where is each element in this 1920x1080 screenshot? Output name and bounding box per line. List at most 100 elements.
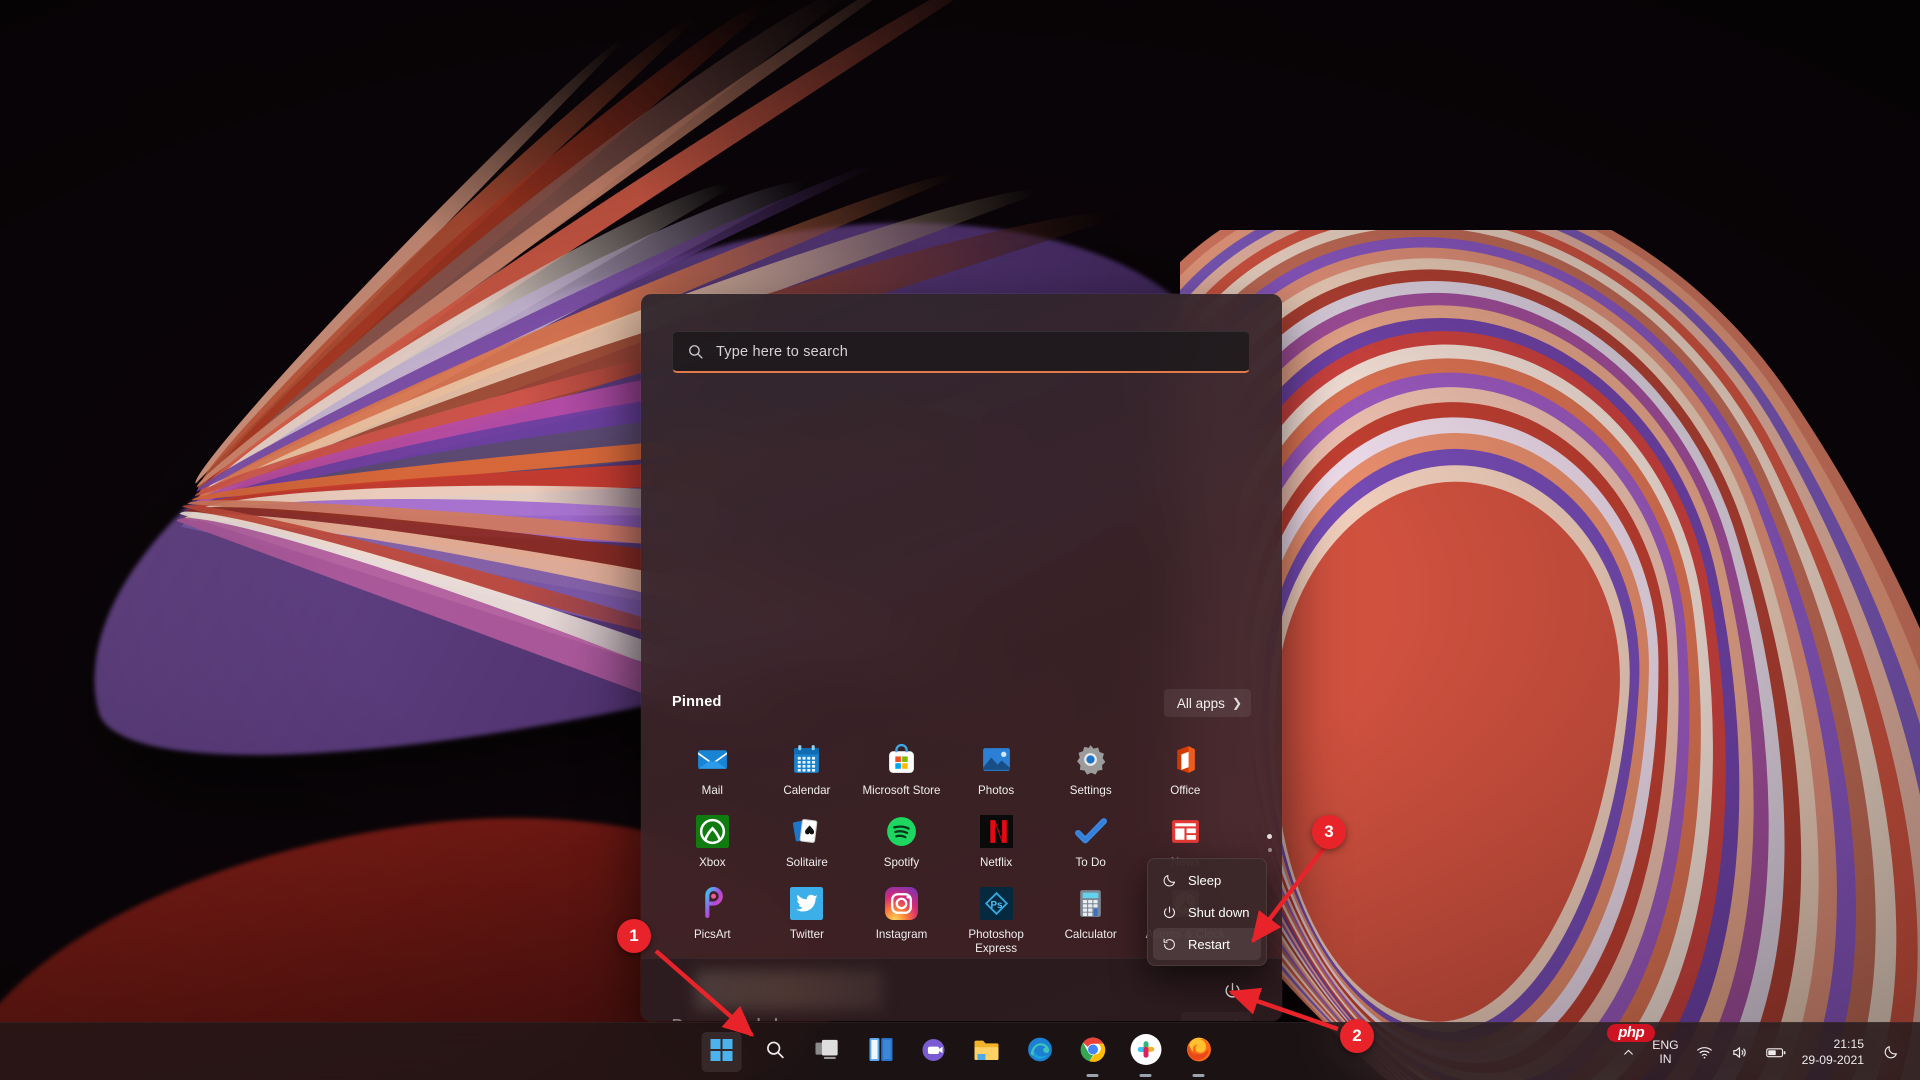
- start-button[interactable]: [701, 1032, 742, 1072]
- battery-button[interactable]: [1757, 1032, 1796, 1072]
- firefox-icon: [1186, 1037, 1211, 1067]
- pinned-app-mail[interactable]: Mail: [665, 732, 760, 804]
- chrome-button[interactable]: [1073, 1032, 1113, 1077]
- task-view-icon: [815, 1039, 840, 1066]
- pinned-app-photoshop-express[interactable]: Ps Photoshop Express: [949, 876, 1044, 962]
- power-icon: [1225, 982, 1239, 998]
- pinned-app-solitaire[interactable]: Solitaire: [760, 804, 855, 876]
- pinned-app-label: Xbox: [699, 856, 726, 869]
- photos-icon: [980, 743, 1013, 776]
- pinned-app-to-do[interactable]: To Do: [1043, 804, 1138, 876]
- pinned-app-calculator[interactable]: Calculator: [1043, 876, 1138, 962]
- netflix-icon: [979, 815, 1013, 848]
- page-dot-2[interactable]: [1267, 848, 1272, 852]
- pinned-app-label: Mail: [701, 784, 723, 797]
- pinned-app-label: To Do: [1075, 856, 1106, 869]
- power-menu-item-label: Shut down: [1188, 904, 1250, 920]
- pinned-app-office[interactable]: Office: [1138, 732, 1233, 804]
- file-explorer-icon: [974, 1039, 1000, 1066]
- widgets-icon: [869, 1038, 892, 1066]
- pinned-row: Mail Calendar Microsoft Store Photos Setting…: [665, 732, 1233, 804]
- search-button[interactable]: [755, 1032, 795, 1072]
- task-view-button[interactable]: [808, 1032, 848, 1072]
- pinned-app-netflix[interactable]: Netflix: [949, 804, 1044, 876]
- power-menu-item-label: Sleep: [1188, 872, 1222, 888]
- pinned-app-xbox[interactable]: Xbox: [665, 804, 760, 876]
- pinned-app-label: Instagram: [875, 928, 928, 941]
- language-indicator[interactable]: ENG IN: [1644, 1038, 1686, 1066]
- firefox-button[interactable]: [1179, 1032, 1219, 1077]
- pinned-app-label: Settings: [1069, 784, 1112, 797]
- search-input[interactable]: Type here to search: [672, 331, 1250, 373]
- annotation-marker-2: 2: [1340, 1019, 1374, 1053]
- microsoft-store-icon: [885, 743, 918, 776]
- to-do-check-icon: [1074, 815, 1108, 848]
- pinned-app-photos[interactable]: Photos: [949, 732, 1044, 804]
- file-explorer-button[interactable]: [967, 1032, 1007, 1072]
- news-icon: [1169, 815, 1202, 848]
- pinned-app-picsart[interactable]: PicsArt: [665, 876, 760, 962]
- volume-button[interactable]: [1722, 1032, 1757, 1072]
- annotation-marker-3: 3: [1312, 815, 1346, 849]
- clock-date: 29-09-2021: [1801, 1053, 1864, 1067]
- svg-text:Ps: Ps: [990, 900, 1003, 911]
- system-tray[interactable]: ENG IN 21:15 29-09-2021 php: [1607, 1023, 1908, 1080]
- all-apps-button[interactable]: All apps ❯: [1163, 689, 1251, 717]
- account-bar: [641, 958, 1282, 1021]
- php-watermark: php: [1607, 1024, 1656, 1042]
- pinned-app-label: Calculator: [1064, 928, 1117, 941]
- settings-gear-icon: [1074, 743, 1107, 776]
- office-icon: [1169, 743, 1202, 776]
- avatar[interactable]: [695, 970, 883, 1010]
- clock-time: 21:15: [1833, 1037, 1865, 1051]
- calendar-icon: [790, 743, 823, 776]
- pinned-app-microsoft-store[interactable]: Microsoft Store: [854, 732, 949, 804]
- slack-button[interactable]: [1126, 1032, 1166, 1077]
- wifi-button[interactable]: [1687, 1032, 1722, 1072]
- chevron-up-icon: [1624, 1049, 1634, 1055]
- pinned-app-label: Photoshop Express: [968, 928, 1024, 955]
- power-menu-item-restart[interactable]: Restart: [1153, 928, 1261, 960]
- page-dot-1[interactable]: [1267, 834, 1272, 839]
- picsart-icon: [696, 887, 729, 920]
- photoshop-express-icon: Ps: [979, 887, 1013, 920]
- chat-teams-icon: [922, 1038, 946, 1067]
- language-line-1: ENG: [1652, 1038, 1679, 1052]
- chat-button[interactable]: [914, 1032, 954, 1072]
- wifi-icon: [1696, 1046, 1712, 1058]
- power-menu-item-shut-down[interactable]: Shut down: [1153, 896, 1261, 928]
- pinned-app-label: Spotify: [883, 856, 920, 869]
- pinned-app-label: Solitaire: [785, 856, 828, 869]
- taskbar-buttons[interactable]: [701, 1023, 1219, 1080]
- edge-button[interactable]: [1020, 1032, 1060, 1072]
- notification-button[interactable]: [1874, 1032, 1908, 1072]
- widgets-button[interactable]: [861, 1032, 901, 1072]
- running-indicator: [1086, 1074, 1099, 1077]
- battery-charging-icon: [1765, 1047, 1786, 1057]
- pinned-app-label: Photos: [978, 784, 1015, 797]
- pinned-page-dots[interactable]: [1267, 834, 1272, 852]
- pinned-app-twitter[interactable]: Twitter: [760, 876, 855, 962]
- xbox-icon: [695, 815, 729, 848]
- annotation-marker-1: 1: [617, 919, 651, 953]
- pinned-app-instagram[interactable]: Instagram: [854, 876, 949, 962]
- clock[interactable]: 21:15 29-09-2021 php: [1607, 1024, 1874, 1068]
- speaker-icon: [1732, 1046, 1746, 1058]
- chevron-right-icon: ❯: [1231, 696, 1242, 710]
- pinned-app-settings[interactable]: Settings: [1043, 732, 1138, 804]
- power-menu[interactable]: Sleep Shut down Restart: [1147, 858, 1267, 966]
- windows-logo-icon: [710, 1038, 733, 1066]
- microsoft-edge-icon: [1027, 1037, 1052, 1067]
- running-indicator: [1192, 1074, 1205, 1077]
- taskbar[interactable]: ENG IN 21:15 29-09-2021 php: [0, 1022, 1920, 1080]
- pinned-app-spotify[interactable]: Spotify: [854, 804, 949, 876]
- running-indicator: [1139, 1074, 1152, 1077]
- pinned-app-label: Twitter: [789, 928, 824, 941]
- power-menu-item-sleep[interactable]: Sleep: [1153, 864, 1261, 896]
- pinned-app-calendar[interactable]: Calendar: [760, 732, 855, 804]
- pinned-heading: Pinned: [672, 694, 722, 710]
- solitaire-cards-icon: [790, 815, 823, 848]
- mail-icon: [696, 743, 729, 776]
- search-icon: [764, 1039, 785, 1065]
- power-button[interactable]: [1215, 973, 1249, 1007]
